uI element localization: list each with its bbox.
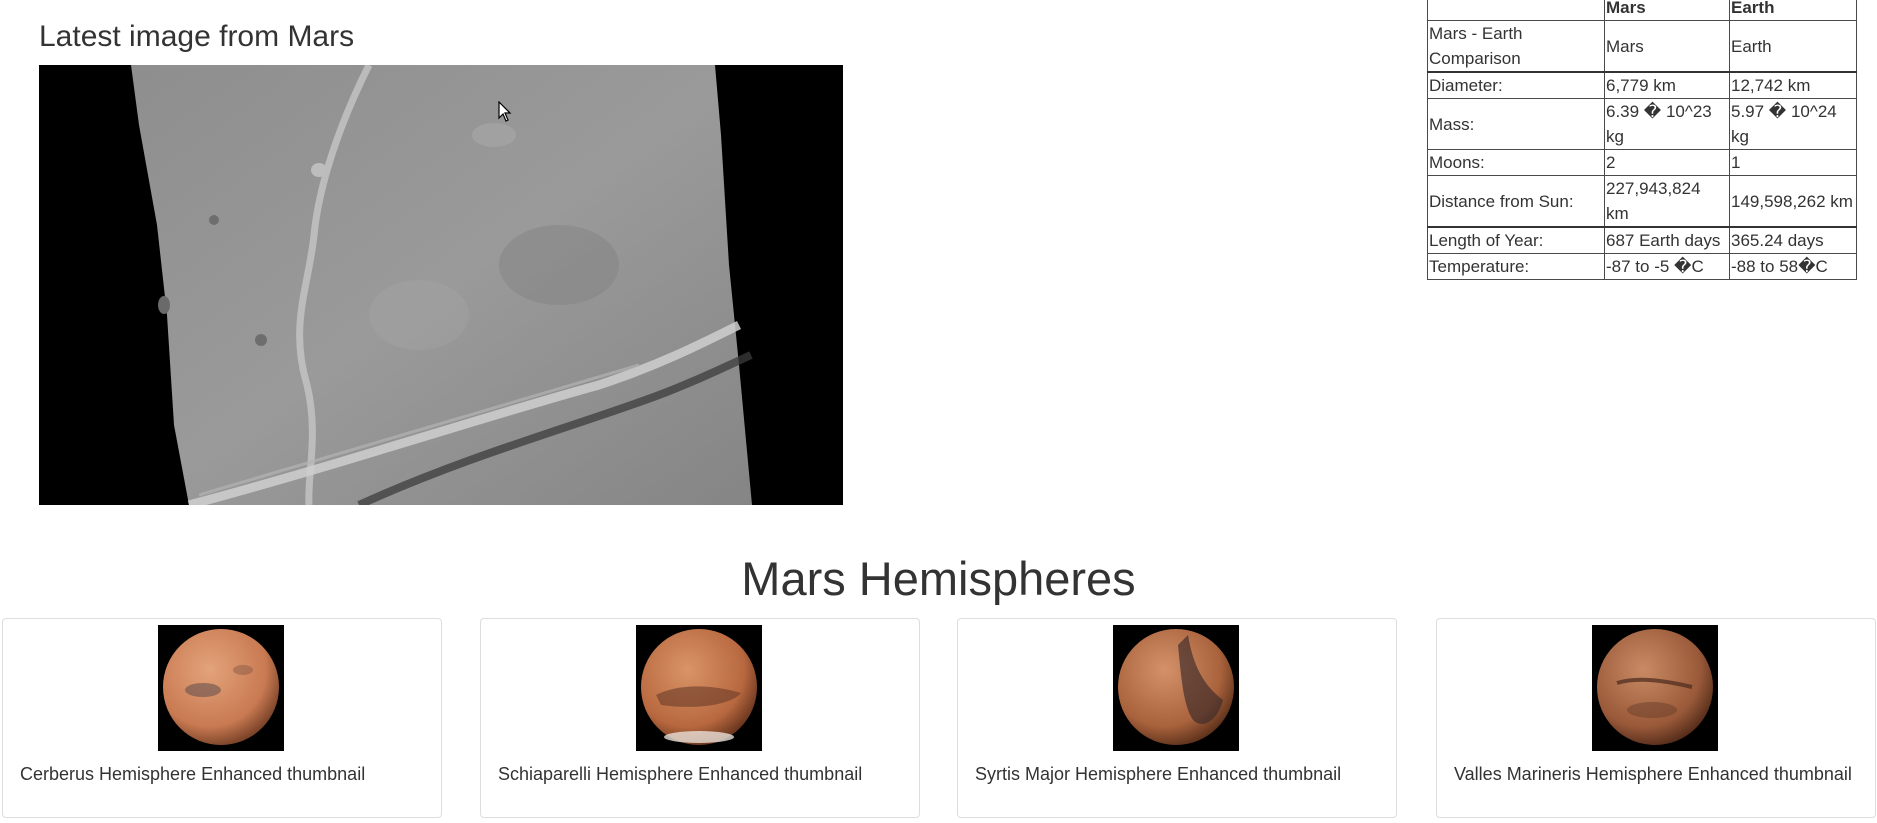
table-cell: 2 <box>1604 149 1730 176</box>
table-cell: -87 to -5 �C <box>1604 253 1730 280</box>
table-header-cell <box>1427 0 1605 21</box>
mars-surface-image <box>39 65 843 505</box>
mouse-cursor-icon <box>498 100 512 123</box>
table-cell: 5.97 � 10^24 kg <box>1729 98 1857 150</box>
table-cell: Mass: <box>1427 98 1605 150</box>
table-cell: 12,742 km <box>1729 71 1857 99</box>
table-cell: 1 <box>1729 149 1857 176</box>
latest-mars-image <box>39 65 843 505</box>
hemisphere-thumbnail[interactable] <box>158 625 284 751</box>
table-header-row: Mars Earth <box>1427 0 1857 21</box>
hemisphere-thumbnail[interactable] <box>1592 625 1718 751</box>
table-cell: 149,598,262 km <box>1729 175 1857 228</box>
table-row: Temperature: -87 to -5 �C -88 to 58�C <box>1427 253 1857 280</box>
table-header-cell: Earth <box>1729 0 1857 21</box>
table-row: Mass: 6.39 � 10^23 kg 5.97 � 10^24 kg <box>1427 98 1857 150</box>
table-cell: Temperature: <box>1427 253 1605 280</box>
table-row: Mars - Earth Comparison Mars Earth <box>1427 20 1857 73</box>
table-cell: Diameter: <box>1427 71 1605 99</box>
table-header-cell: Mars <box>1604 0 1730 21</box>
table-cell: 6,779 km <box>1604 71 1730 99</box>
hemisphere-thumbnail[interactable] <box>636 625 762 751</box>
hemisphere-caption[interactable]: Valles Marineris Hemisphere Enhanced thu… <box>1454 762 1852 786</box>
hemispheres-title: Mars Hemispheres <box>741 552 1136 605</box>
table-row: Length of Year: 687 Earth days 365.24 da… <box>1427 226 1857 254</box>
latest-image-title: Latest image from Mars <box>39 20 355 53</box>
table-cell: Mars - Earth Comparison <box>1427 20 1605 73</box>
hemisphere-card[interactable]: Syrtis Major Hemisphere Enhanced thumbna… <box>957 618 1397 818</box>
table-cell: 6.39 � 10^23 kg <box>1604 98 1730 150</box>
hemisphere-card[interactable]: Cerberus Hemisphere Enhanced thumbnail <box>2 618 442 818</box>
hemisphere-card[interactable]: Valles Marineris Hemisphere Enhanced thu… <box>1436 618 1876 818</box>
table-cell: 687 Earth days <box>1604 226 1730 254</box>
hemisphere-thumbnail[interactable] <box>1113 625 1239 751</box>
hemisphere-caption[interactable]: Syrtis Major Hemisphere Enhanced thumbna… <box>975 762 1341 786</box>
table-row: Moons: 2 1 <box>1427 149 1857 176</box>
table-cell: Length of Year: <box>1427 226 1605 254</box>
hemisphere-caption[interactable]: Cerberus Hemisphere Enhanced thumbnail <box>20 762 365 786</box>
mars-earth-facts-table: Mars Earth Mars - Earth Comparison Mars … <box>1427 0 1857 280</box>
table-row: Diameter: 6,779 km 12,742 km <box>1427 71 1857 99</box>
table-cell: Mars <box>1604 20 1730 73</box>
table-cell: Earth <box>1729 20 1857 73</box>
table-cell: -88 to 58�C <box>1729 253 1857 280</box>
hemisphere-caption[interactable]: Schiaparelli Hemisphere Enhanced thumbna… <box>498 762 862 786</box>
table-cell: 365.24 days <box>1729 226 1857 254</box>
hemisphere-card[interactable]: Schiaparelli Hemisphere Enhanced thumbna… <box>480 618 920 818</box>
table-cell: Distance from Sun: <box>1427 175 1605 228</box>
table-row: Distance from Sun: 227,943,824 km 149,59… <box>1427 175 1857 228</box>
table-cell: 227,943,824 km <box>1604 175 1730 228</box>
table-cell: Moons: <box>1427 149 1605 176</box>
